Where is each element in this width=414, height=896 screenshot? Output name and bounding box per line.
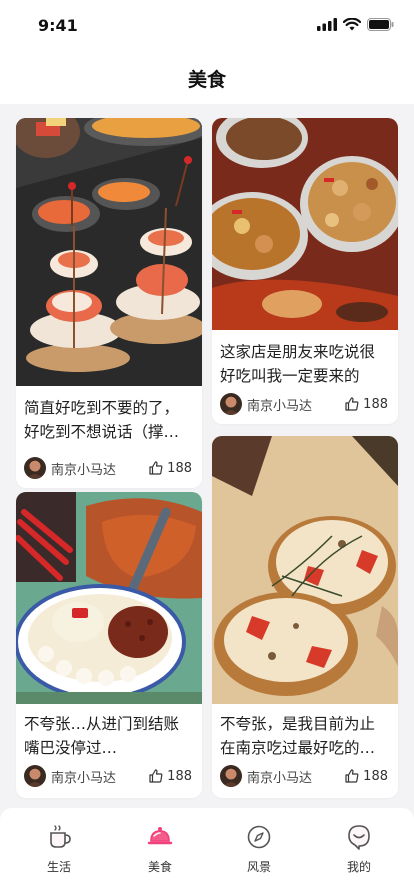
post-image-dessert-bowl[interactable] [16, 492, 202, 704]
post-card[interactable]: 简直好吃到不要的了，好吃到不想说话（撑死我 南京小马达 188 [16, 118, 202, 488]
coffee-cup-icon [50, 825, 71, 848]
post-meta: 南京小马达 188 [24, 764, 192, 788]
author-name[interactable]: 南京小马达 [247, 395, 345, 414]
battery-icon [367, 18, 394, 31]
post-meta: 南京小马达 188 [220, 764, 388, 788]
tab-mine[interactable]: 我的 [319, 822, 399, 875]
like-button[interactable]: 188 [345, 397, 388, 412]
wifi-icon [343, 18, 361, 31]
tab-mine-label: 我的 [346, 860, 371, 874]
author-avatar[interactable] [24, 765, 46, 787]
post-meta: 南京小马达 188 [220, 392, 388, 416]
tab-life-label: 生活 [46, 860, 71, 874]
thumbs-up-icon [345, 397, 359, 411]
like-button[interactable]: 188 [345, 769, 388, 784]
profile-icon [348, 825, 370, 850]
thumbs-up-icon [149, 769, 163, 783]
compass-icon [247, 825, 271, 849]
author-name[interactable]: 南京小马达 [51, 767, 149, 786]
author-avatar[interactable] [24, 457, 46, 479]
like-count: 188 [363, 768, 388, 784]
post-image-seafood-skewers[interactable] [16, 118, 202, 386]
like-button[interactable]: 188 [149, 769, 192, 784]
like-count: 188 [167, 460, 192, 476]
tab-food-label: 美食 [147, 860, 172, 874]
tab-scenery-label: 风景 [246, 860, 271, 874]
tab-food[interactable]: 美食 [120, 822, 200, 875]
post-card[interactable]: 不夸张…从进门到结账嘴巴没停过… 南京小马达 188 [16, 492, 202, 798]
author-name[interactable]: 南京小马达 [51, 459, 149, 478]
author-avatar[interactable] [220, 765, 242, 787]
status-time: 9:41 [38, 16, 78, 35]
nav-bar: 美食 [0, 52, 414, 104]
post-card[interactable]: 不夸张，是我目前为止在南京吃过最好吃的披萨 南京小马达 188 [212, 436, 398, 798]
page-title: 美食 [187, 68, 226, 91]
like-button[interactable]: 188 [149, 461, 192, 476]
thumbs-up-icon [149, 461, 163, 475]
post-card[interactable]: 这家店是朋友来吃说很好吃叫我一定要来的 南京小马达 188 [212, 118, 398, 424]
signal-icon [317, 18, 337, 31]
like-count: 188 [363, 396, 388, 412]
post-title[interactable]: 不夸张…从进门到结账嘴巴没停过… [24, 712, 194, 760]
post-image-pizza[interactable] [212, 436, 398, 704]
post-title[interactable]: 简直好吃到不要的了，好吃到不想说话（撑死我 [24, 396, 194, 444]
status-icons [317, 18, 394, 31]
food-feed[interactable]: 简直好吃到不要的了，好吃到不想说话（撑死我 南京小马达 188 [0, 104, 414, 808]
post-title[interactable]: 这家店是朋友来吃说很好吃叫我一定要来的 [220, 340, 390, 388]
food-dome-icon [147, 827, 173, 845]
author-name[interactable]: 南京小马达 [247, 767, 345, 786]
post-meta: 南京小马达 188 [24, 456, 192, 480]
tab-life[interactable]: 生活 [19, 822, 99, 875]
status-bar: 9:41 [0, 0, 414, 52]
like-count: 188 [167, 768, 192, 784]
bottom-tab-bar: 生活 美食 风景 我的 [0, 808, 414, 896]
tab-scenery[interactable]: 风景 [219, 822, 299, 875]
post-image-spicy-dishes[interactable] [212, 118, 398, 330]
thumbs-up-icon [345, 769, 359, 783]
post-title[interactable]: 不夸张，是我目前为止在南京吃过最好吃的披萨 [220, 712, 390, 760]
author-avatar[interactable] [220, 393, 242, 415]
